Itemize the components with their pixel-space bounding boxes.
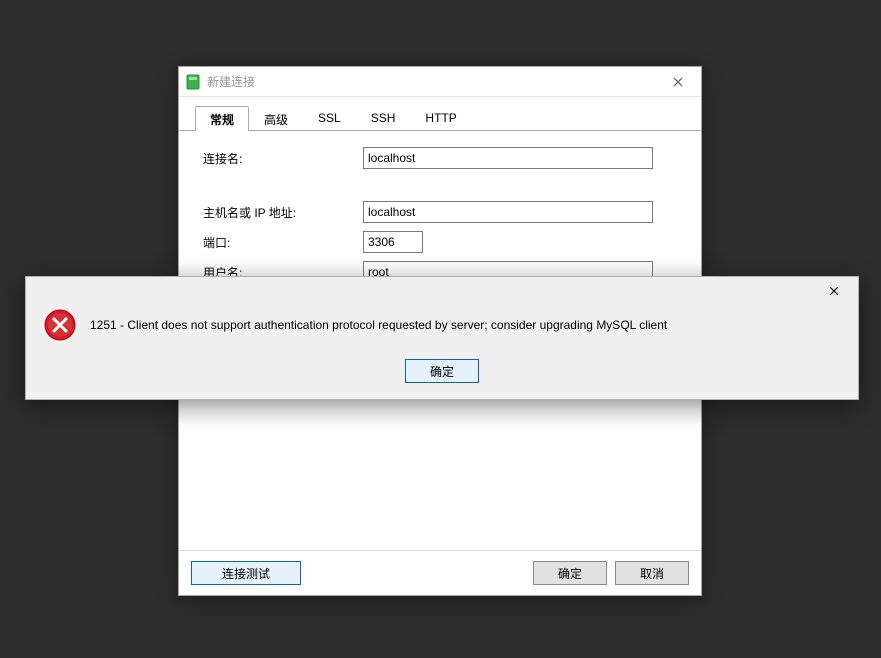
port-label: 端口:: [203, 234, 363, 251]
error-ok-button[interactable]: 确定: [405, 359, 479, 383]
cancel-button[interactable]: 取消: [615, 561, 689, 585]
row-connection-name: 连接名:: [203, 147, 677, 169]
dialog-button-bar: 连接测试 确定 取消: [179, 550, 701, 595]
error-titlebar: [26, 277, 858, 305]
dialog-close-button[interactable]: [661, 71, 695, 93]
tab-ssl[interactable]: SSL: [303, 106, 356, 131]
host-input[interactable]: [363, 201, 653, 223]
connection-name-label: 连接名:: [203, 150, 363, 167]
error-message: 1251 - Client does not support authentic…: [90, 318, 667, 332]
tab-row: 常规 高级 SSL SSH HTTP: [179, 97, 701, 131]
dialog-titlebar: 新建连接: [179, 67, 701, 97]
error-icon: [44, 309, 76, 341]
port-input[interactable]: [363, 231, 423, 253]
tab-advanced[interactable]: 高级: [249, 106, 303, 131]
ok-button[interactable]: 确定: [533, 561, 607, 585]
error-close-button[interactable]: [814, 280, 854, 302]
tab-ssh[interactable]: SSH: [356, 106, 411, 131]
connection-name-input[interactable]: [363, 147, 653, 169]
host-label: 主机名或 IP 地址:: [203, 204, 363, 221]
row-port: 端口:: [203, 231, 677, 253]
error-dialog: 1251 - Client does not support authentic…: [25, 276, 859, 400]
test-connection-button[interactable]: 连接测试: [191, 561, 301, 585]
error-body: 1251 - Client does not support authentic…: [26, 305, 858, 359]
dialog-title: 新建连接: [207, 73, 661, 90]
error-button-row: 确定: [26, 359, 858, 399]
form-gap: [203, 177, 677, 201]
tab-http[interactable]: HTTP: [410, 106, 471, 131]
app-icon: [185, 74, 201, 90]
tab-general[interactable]: 常规: [195, 106, 249, 131]
row-host: 主机名或 IP 地址:: [203, 201, 677, 223]
